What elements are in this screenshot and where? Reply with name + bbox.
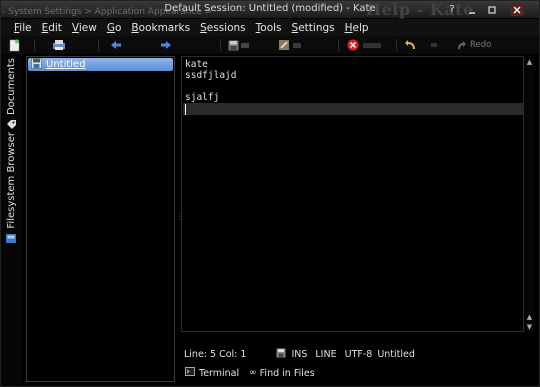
title-bar[interactable]: - System Settings > Application Appearan… bbox=[0, 0, 540, 19]
close-icon[interactable] bbox=[510, 3, 524, 16]
menu-bar: File Edit View Go Bookmarks Sessions Too… bbox=[0, 19, 540, 36]
tab-documents-label: Documents bbox=[5, 58, 17, 116]
close-document-icon[interactable] bbox=[347, 38, 359, 52]
tab-filesystem-label: Filesystem Browser bbox=[5, 132, 17, 229]
redo-icon bbox=[458, 40, 466, 49]
insert-mode[interactable]: INS bbox=[291, 349, 307, 360]
status-document-name: Untitled bbox=[377, 348, 415, 360]
toolbar: Redo bbox=[0, 36, 540, 54]
find-in-files-icon: ∞ bbox=[249, 368, 257, 378]
document-file-icon bbox=[31, 57, 42, 72]
encoding[interactable]: UTF-8 bbox=[345, 349, 373, 360]
edit-icon[interactable] bbox=[278, 38, 290, 52]
redo-label: Redo bbox=[470, 40, 492, 50]
undo-secondary-icon bbox=[430, 38, 438, 52]
filesystem-icon bbox=[5, 233, 17, 247]
tool-view-bar: Terminal ∞ Find in Files bbox=[181, 365, 535, 381]
scroll-up-arrow-bottom-icon[interactable]: ▲ bbox=[524, 312, 535, 321]
modified-save-icon bbox=[276, 348, 286, 361]
save-as-icon bbox=[240, 38, 250, 52]
tab-filesystem-browser[interactable]: Filesystem Browser bbox=[3, 132, 19, 247]
menu-go[interactable]: Go bbox=[107, 22, 122, 34]
redo-button[interactable]: Redo bbox=[456, 38, 491, 52]
sidebar-tab-strip: Documents Filesystem Browser bbox=[0, 54, 22, 387]
edit-secondary-icon bbox=[292, 38, 302, 52]
tab-documents[interactable]: Documents bbox=[3, 58, 19, 133]
menu-help[interactable]: Help bbox=[345, 22, 369, 34]
print-icon[interactable] bbox=[52, 38, 66, 52]
scroll-up-arrow-icon[interactable]: ▲ bbox=[524, 57, 535, 66]
editor-line-2: ssdfjlajd bbox=[185, 70, 237, 81]
forward-arrow-icon[interactable] bbox=[160, 38, 172, 52]
close-secondary-icon bbox=[362, 38, 382, 52]
editor-line-1: kate bbox=[185, 59, 208, 70]
document-name: Untitled bbox=[46, 59, 86, 70]
back-arrow-icon[interactable] bbox=[110, 38, 122, 52]
editor-vertical-scrollbar[interactable]: ▲ ▲ ▼ bbox=[524, 56, 535, 332]
cursor-position: Line: 5 Col: 1 bbox=[184, 348, 247, 360]
new-document-icon[interactable] bbox=[8, 38, 20, 52]
terminal-icon bbox=[185, 367, 195, 379]
editor-line-4: sjalfj bbox=[185, 92, 220, 103]
help-icon[interactable]: ? bbox=[445, 3, 459, 16]
status-bar: Line: 5 Col: 1 INS LINE UTF-8 Untitled bbox=[181, 346, 535, 362]
menu-file[interactable]: File bbox=[14, 22, 32, 34]
window-title: Default Session: Untitled (modified) - K… bbox=[164, 3, 376, 14]
documents-panel: Untitled bbox=[26, 56, 175, 382]
menu-settings[interactable]: Settings bbox=[292, 22, 335, 34]
selection-mode[interactable]: LINE bbox=[315, 349, 336, 360]
document-item-untitled[interactable]: Untitled bbox=[28, 57, 173, 72]
scroll-down-arrow-icon[interactable]: ▼ bbox=[524, 322, 535, 331]
menu-sessions[interactable]: Sessions bbox=[200, 22, 246, 34]
text-editor[interactable]: kate ssdfjlajd sjalfj bbox=[181, 56, 524, 332]
menu-view[interactable]: View bbox=[72, 22, 97, 34]
menu-edit[interactable]: Edit bbox=[42, 22, 62, 34]
restore-icon[interactable] bbox=[485, 3, 499, 16]
undo-icon[interactable] bbox=[404, 38, 417, 52]
text-cursor bbox=[185, 104, 186, 115]
find-in-files-button[interactable]: Find in Files bbox=[260, 368, 315, 379]
terminal-button[interactable]: Terminal bbox=[199, 368, 239, 379]
minimize-icon[interactable] bbox=[465, 3, 479, 16]
current-line-highlight bbox=[183, 103, 524, 115]
menu-bookmarks[interactable]: Bookmarks bbox=[131, 22, 190, 34]
save-icon[interactable] bbox=[228, 38, 239, 52]
menu-tools[interactable]: Tools bbox=[256, 22, 282, 34]
